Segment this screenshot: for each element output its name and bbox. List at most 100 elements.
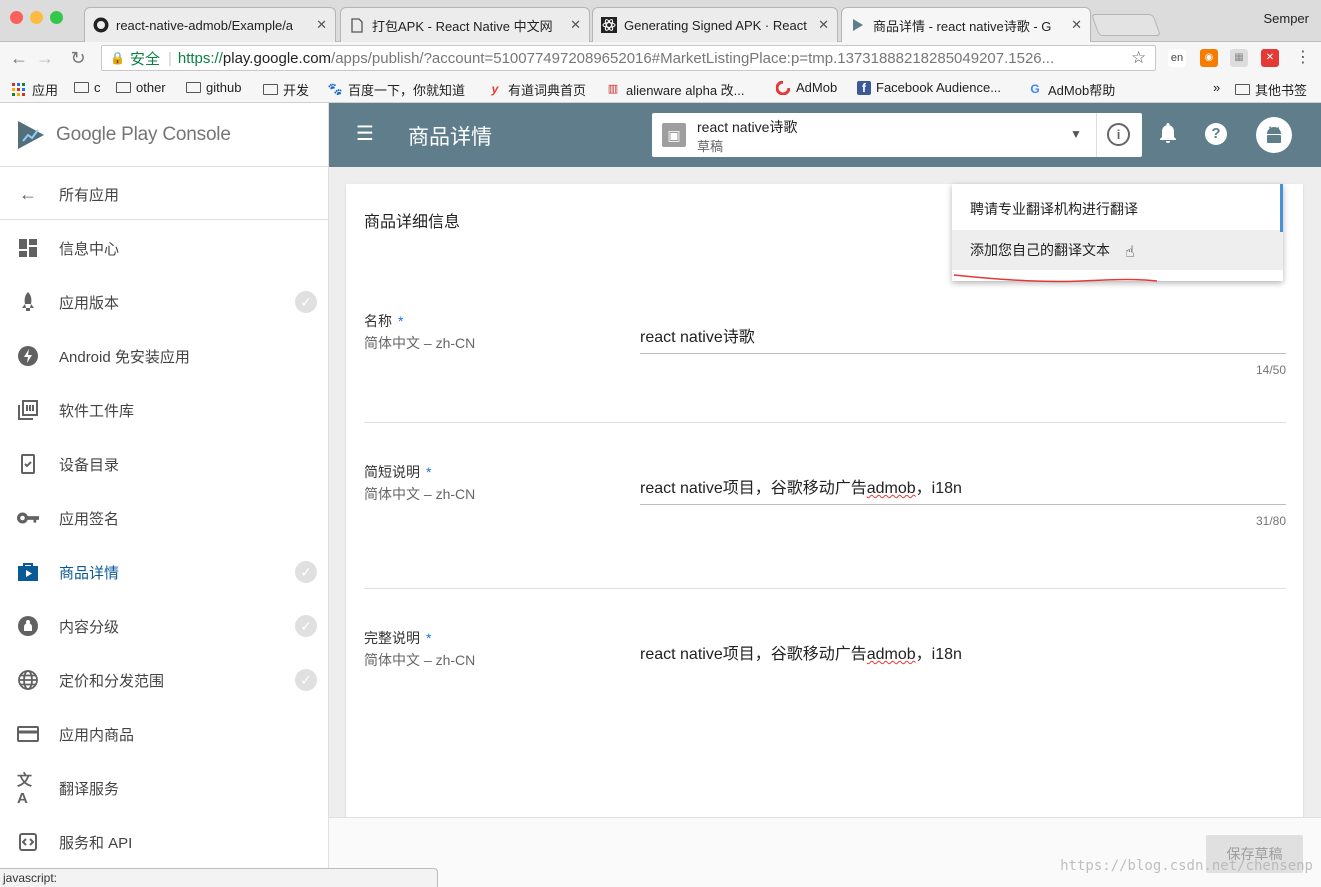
field-label: 简短说明 *	[364, 462, 431, 482]
full-description-input[interactable]: react native项目，谷歌移动广告admob，i18n	[640, 640, 962, 664]
bookmarks-overflow-icon[interactable]: »	[1213, 80, 1220, 95]
nav-label: 软件工件库	[59, 402, 135, 420]
folder-icon	[74, 82, 89, 93]
rocket-icon	[17, 291, 39, 313]
nav-item-translation-services[interactable]: 文A 翻译服务	[0, 761, 328, 815]
nav-item-releases[interactable]: 应用版本 ✓	[0, 275, 328, 329]
browser-tab[interactable]: 打包APK - React Native 中文网 ✕	[340, 7, 590, 42]
title-input[interactable]: react native诗歌	[640, 323, 755, 347]
bookmark-alienware[interactable]: ▥ alienware alpha 改...	[605, 80, 745, 99]
forward-icon[interactable]: →	[33, 46, 57, 70]
menu-icon[interactable]: ☰	[356, 124, 376, 144]
main-content: 商品详细信息 名称 * 简体中文 – zh-CN react native诗歌 1…	[329, 167, 1321, 887]
app-name: react native诗歌	[697, 119, 798, 135]
nav-label: 定价和分发范围	[59, 672, 165, 690]
bookmark-star-icon[interactable]: ☆	[1131, 48, 1146, 68]
nav-item-pricing-distribution[interactable]: 定价和分发范围 ✓	[0, 653, 328, 707]
app-selector[interactable]: ▣ react native诗歌 草稿 ▼ i	[652, 113, 1142, 157]
close-tab-icon[interactable]: ✕	[818, 17, 829, 33]
bookmark-google[interactable]: G AdMob帮助	[1027, 80, 1115, 99]
required-marker: *	[426, 630, 432, 646]
close-window-button[interactable]	[10, 11, 23, 24]
value-text: ，i18n	[915, 480, 962, 497]
minimize-window-button[interactable]	[30, 11, 43, 24]
menu-scroll-indicator	[1280, 184, 1283, 232]
browser-menu-icon[interactable]: ⋮	[1295, 47, 1311, 67]
bookmark-folder[interactable]: github	[186, 80, 241, 95]
browser-status-bar: javascript:	[0, 868, 438, 887]
bookmark-apps[interactable]: 应用	[11, 80, 58, 99]
bookmark-baidu[interactable]: 🐾 百度一下，你就知道	[327, 80, 466, 99]
bookmark-label: other	[136, 80, 166, 95]
bookmark-youdao[interactable]: y 有道词典首页	[487, 80, 586, 99]
bookmark-label: c	[94, 80, 101, 95]
nav-divider	[0, 219, 329, 220]
page-title: 商品详情	[408, 126, 492, 149]
menu-item-hire-translator[interactable]: 聘请专业翻译机构进行翻译	[952, 189, 1283, 229]
back-icon[interactable]: ←	[7, 46, 31, 70]
app-status: 草稿	[697, 139, 724, 154]
nav-item-in-app-products[interactable]: 应用内商品	[0, 707, 328, 761]
menu-item-add-own-translation[interactable]: 添加您自己的翻译文本	[952, 230, 1283, 270]
extension-orange-icon[interactable]: ◉	[1200, 49, 1218, 67]
field-language: 简体中文 – zh-CN	[364, 335, 476, 351]
extension-shield-icon[interactable]: ✕	[1261, 49, 1279, 67]
nav-label: 翻译服务	[59, 780, 120, 798]
red-underline-annotation	[953, 274, 1158, 283]
info-icon[interactable]: i	[1107, 123, 1130, 146]
reload-icon[interactable]: ↻	[66, 46, 90, 70]
close-tab-icon[interactable]: ✕	[570, 17, 581, 33]
nav-item-store-listing[interactable]: 商品详情 ✓	[0, 545, 328, 599]
bookmark-folder[interactable]: other	[116, 80, 166, 95]
brand[interactable]: Google Play Console	[0, 103, 329, 167]
field-label: 名称 *	[364, 311, 403, 331]
nav-item-app-signing[interactable]: 应用签名	[0, 491, 328, 545]
tab-title: Generating Signed APK · React	[624, 17, 807, 33]
help-icon[interactable]: ?	[1205, 123, 1227, 145]
extension-grid-icon[interactable]: ▦	[1230, 49, 1248, 67]
close-tab-icon[interactable]: ✕	[316, 17, 327, 33]
notifications-bell-icon[interactable]	[1158, 122, 1178, 150]
nav-label: 服务和 API	[59, 834, 133, 852]
nav-label: 应用版本	[59, 294, 120, 312]
nav-item-instant-apps[interactable]: Android 免安装应用	[0, 329, 328, 383]
input-underline	[640, 504, 1286, 505]
nav-label: 内容分级	[59, 618, 120, 636]
nav-item-device-catalog[interactable]: 设备目录	[0, 437, 328, 491]
nav-item-dashboard[interactable]: 信息中心	[0, 221, 328, 275]
api-icon	[17, 831, 39, 853]
nav-label: 设备目录	[59, 456, 120, 474]
bookmark-admob[interactable]: AdMob	[775, 80, 837, 96]
avatar[interactable]	[1256, 117, 1292, 153]
address-bar[interactable]: 🔒 安全 | https:// play.google.com /apps/pu…	[101, 45, 1156, 71]
nav-item-services-api[interactable]: 服务和 API	[0, 815, 328, 869]
tab-title: 打包APK - React Native 中文网	[372, 18, 553, 34]
value-text: react native项目，谷歌移动广告	[640, 480, 867, 497]
apps-grid-icon	[11, 83, 27, 96]
dashboard-icon	[17, 237, 39, 259]
nav-all-apps[interactable]: ← 所有应用	[0, 167, 328, 221]
extension-en-icon[interactable]: en	[1168, 49, 1186, 67]
nav-item-content-rating[interactable]: 内容分级 ✓	[0, 599, 328, 653]
bookmark-facebook[interactable]: f Facebook Audience...	[857, 80, 1001, 95]
short-description-input[interactable]: react native项目，谷歌移动广告admob，i18n	[640, 474, 962, 498]
nav-item-artifact-library[interactable]: 软件工件库	[0, 383, 328, 437]
bookmark-other-folder[interactable]: 其他书签	[1235, 80, 1307, 99]
dropdown-arrow-icon[interactable]: ▼	[1070, 127, 1082, 141]
store-icon	[17, 561, 39, 583]
zoom-window-button[interactable]	[50, 11, 63, 24]
bookmark-folder[interactable]: c	[74, 80, 101, 95]
browser-tab[interactable]: react-native-admob/Example/a ✕	[84, 7, 336, 42]
profile-name[interactable]: Semper	[1263, 11, 1309, 26]
footer-bar: 保存草稿	[329, 817, 1321, 887]
browser-tab-active[interactable]: 商品详情 - react native诗歌 - G ✕	[841, 7, 1091, 42]
browser-tab[interactable]: Generating Signed APK · React ✕	[592, 7, 838, 42]
close-tab-icon[interactable]: ✕	[1071, 17, 1082, 33]
nav-label: 应用内商品	[59, 726, 135, 744]
arrow-back-icon: ←	[19, 183, 37, 204]
bookmark-label: alienware alpha 改...	[626, 83, 745, 98]
bookmark-label: AdMob帮助	[1048, 83, 1116, 98]
new-tab-button[interactable]	[1090, 14, 1162, 36]
bookmark-folder[interactable]: 开发	[263, 80, 309, 99]
console-sidebar: Google Play Console ← 所有应用 信息中心 应用版本 ✓ A…	[0, 103, 329, 887]
